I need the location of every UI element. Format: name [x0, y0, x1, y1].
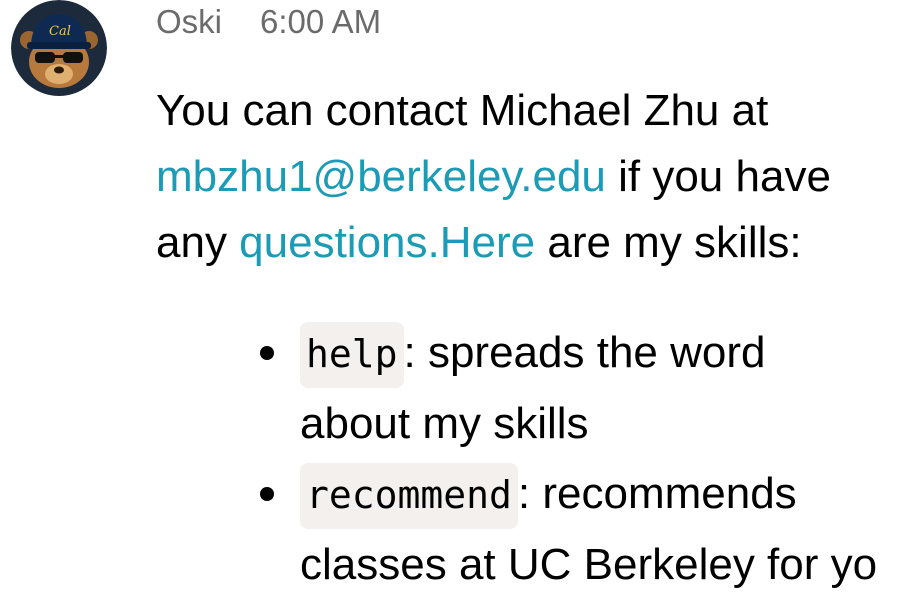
message-line: You can contact Michael Zhu at [156, 78, 900, 144]
bullet-icon [260, 487, 274, 501]
email-link[interactable]: mbzhu1@berkeley.edu [156, 152, 606, 201]
skill-description: about my skills [300, 399, 589, 448]
message-line: any questions.Here are my skills: [156, 210, 900, 276]
avatar[interactable]: Cal [11, 0, 107, 96]
oski-bear-avatar-icon: Cal [11, 0, 107, 96]
skill-line: recommend: recommends [300, 459, 900, 530]
skill-item-recommend: recommend: recommends classes at UC Berk… [260, 459, 900, 600]
skill-description: classes at UC Berkeley for yo [300, 540, 878, 589]
message-text: if you have [605, 152, 831, 201]
bullet-icon [260, 346, 274, 360]
skill-description: : spreads the word [403, 328, 766, 377]
svg-text:Cal: Cal [49, 24, 71, 39]
skill-line: about my skills [300, 389, 900, 459]
skills-list: help: spreads the word about my skills r… [260, 318, 900, 600]
message-timestamp: 6:00 AM [260, 3, 382, 40]
message-text: You can contact Michael Zhu at [156, 86, 769, 135]
message-body: You can contact Michael Zhu at mbzhu1@be… [156, 78, 900, 276]
skill-item-help: help: spreads the word about my skills [260, 318, 900, 459]
message-text: any [156, 218, 240, 267]
message-header: Oski 6:00 AM [156, 0, 381, 44]
message-text: are my skills: [535, 218, 802, 267]
skill-command: help [300, 322, 404, 388]
message-line: mbzhu1@berkeley.edu if you have [156, 144, 900, 210]
chat-message: Cal Oski 6:00 AM You can contact Michael… [0, 0, 900, 600]
skill-line: classes at UC Berkeley for yo [300, 530, 900, 600]
skill-command: recommend [300, 463, 518, 529]
sender-name[interactable]: Oski [156, 3, 222, 41]
skill-description: : recommends [517, 469, 797, 518]
questions-link[interactable]: questions.Here [239, 218, 535, 267]
skill-line: help: spreads the word [300, 318, 900, 389]
